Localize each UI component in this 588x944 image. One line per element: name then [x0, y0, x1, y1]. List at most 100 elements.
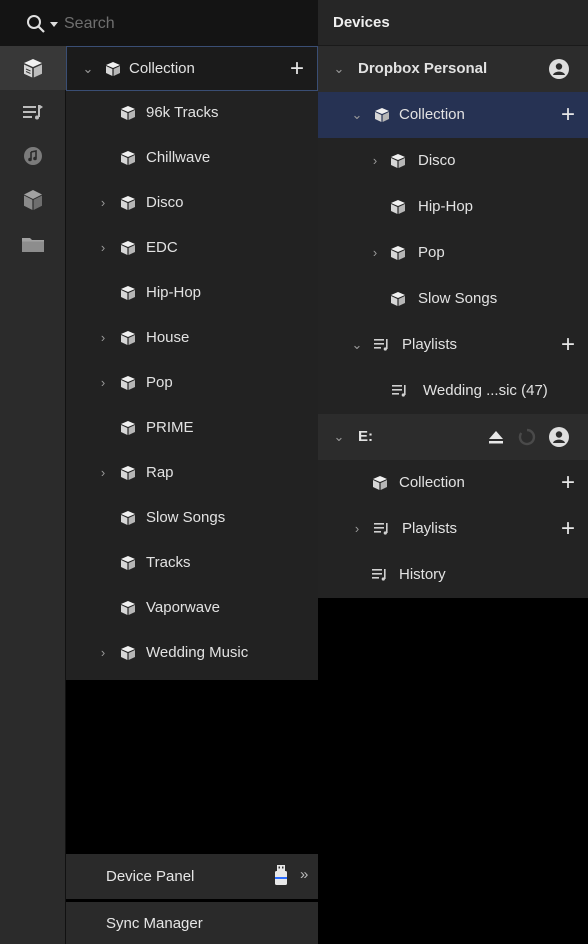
device-item-label: Pop — [418, 244, 445, 261]
device-drive-e[interactable]: ⌄ E: — [318, 414, 588, 460]
account-icon[interactable] — [548, 426, 570, 448]
playlist-icon — [374, 523, 388, 535]
tree-item-label: EDC — [146, 239, 178, 256]
device-crate-pop[interactable]: › Pop — [318, 230, 588, 276]
chevron-down-icon[interactable]: ⌄ — [83, 61, 94, 76]
chevron-right-icon[interactable]: › — [370, 245, 380, 260]
tree-item-label: Collection — [129, 60, 195, 77]
box-icon — [24, 190, 42, 210]
tree-item-label: House — [146, 329, 190, 346]
search-options-caret-icon[interactable] — [50, 22, 58, 27]
device-item-label: Wedding ...sic (47) — [423, 382, 548, 399]
device-e-history[interactable]: History — [318, 552, 588, 598]
tree-item-hip-hop[interactable]: Hip-Hop — [66, 271, 318, 316]
chevron-right-icon[interactable]: › — [98, 195, 108, 210]
device-e-playlists[interactable]: › Playlists + — [318, 506, 588, 552]
device-name: E: — [358, 428, 373, 445]
crate-icon — [121, 556, 135, 570]
chevron-down-icon[interactable]: ⌄ — [334, 429, 345, 444]
device-dropbox-collection[interactable]: ⌄ Collection + — [318, 92, 588, 138]
tree-item-disco[interactable]: › Disco — [66, 181, 318, 226]
device-dropbox-personal[interactable]: ⌄ Dropbox Personal — [318, 46, 588, 92]
device-crate-disco[interactable]: › Disco — [318, 138, 588, 184]
crate-icon — [121, 286, 135, 300]
tree-item-house[interactable]: › House — [66, 316, 318, 361]
device-panel-button[interactable]: Device Panel » — [66, 854, 318, 899]
device-e-collection[interactable]: Collection + — [318, 460, 588, 506]
account-icon[interactable] — [548, 58, 570, 80]
folder-icon — [22, 238, 44, 252]
tree-item-label: Disco — [146, 194, 184, 211]
add-crate-button[interactable]: + — [290, 57, 304, 81]
tree-item-pop[interactable]: › Pop — [66, 361, 318, 406]
tree-item-wedding-music[interactable]: › Wedding Music — [66, 631, 318, 676]
chevron-right-icon[interactable]: › — [352, 521, 362, 536]
sync-manager-label: Sync Manager — [106, 914, 203, 932]
device-item-label: Disco — [418, 152, 456, 169]
tree-item-96k-tracks[interactable]: 96k Tracks — [66, 91, 318, 136]
tree-item-vaporwave[interactable]: Vaporwave — [66, 586, 318, 631]
crate-icon — [121, 376, 135, 390]
crate-icon — [391, 154, 405, 168]
search-icon[interactable] — [26, 14, 46, 38]
device-playlist-wedding-music[interactable]: Wedding ...sic (47) — [318, 368, 588, 414]
crate-icon — [121, 241, 135, 255]
crates-view-button[interactable] — [0, 46, 66, 90]
crate-icon — [391, 292, 405, 306]
chevron-right-icon[interactable]: › — [98, 240, 108, 255]
tree-empty-area — [66, 680, 318, 854]
chevron-right-icon[interactable]: › — [98, 645, 108, 660]
playlists-view-button[interactable] — [0, 90, 66, 134]
tree-item-label: 96k Tracks — [146, 104, 219, 121]
device-crate-slow-songs[interactable]: Slow Songs — [318, 276, 588, 322]
device-item-label: Playlists — [402, 520, 458, 537]
sources-view-button[interactable] — [0, 178, 66, 222]
double-chevron-right-icon[interactable]: » — [300, 866, 308, 883]
tree-item-label: Tracks — [146, 554, 191, 571]
chevron-right-icon[interactable]: › — [98, 375, 108, 390]
tree-item-rap[interactable]: › Rap — [66, 451, 318, 496]
add-playlist-button[interactable]: + — [561, 517, 575, 541]
chevron-down-icon[interactable]: ⌄ — [352, 337, 363, 352]
chevron-down-icon[interactable]: ⌄ — [352, 107, 363, 122]
device-item-label: Collection — [399, 474, 465, 491]
playlist-icon — [374, 339, 388, 351]
tree-item-label: Hip-Hop — [146, 284, 202, 301]
sync-icon[interactable] — [518, 428, 536, 446]
eject-icon[interactable] — [488, 429, 504, 445]
tree-item-collection[interactable]: ⌄ Collection + — [66, 46, 318, 91]
add-device-crate-button[interactable]: + — [561, 103, 575, 127]
crate-icon — [24, 59, 42, 78]
tree-item-label: Chillwave — [146, 149, 211, 166]
devices-tree: ⌄ Dropbox Personal ⌄ Collection + › Disc… — [318, 46, 588, 598]
add-device-crate-button[interactable]: + — [561, 471, 575, 495]
device-name: Dropbox Personal — [358, 60, 488, 77]
explorer-view-button[interactable] — [0, 222, 66, 266]
crate-icon — [373, 476, 387, 490]
tree-item-slow-songs[interactable]: Slow Songs — [66, 496, 318, 541]
device-item-label: Hip-Hop — [418, 198, 474, 215]
chevron-right-icon[interactable]: › — [98, 330, 108, 345]
add-playlist-button[interactable]: + — [561, 333, 575, 357]
chevron-right-icon[interactable]: › — [370, 153, 380, 168]
music-view-button[interactable] — [0, 134, 66, 178]
tree-item-prime[interactable]: PRIME — [66, 406, 318, 451]
crate-icon — [121, 511, 135, 525]
device-panel-label: Device Panel — [106, 868, 195, 885]
device-crate-hip-hop[interactable]: Hip-Hop — [318, 184, 588, 230]
library-tree: ⌄ Collection + 96k Tracks Chillwave › Di… — [66, 46, 318, 680]
playlist-icon — [392, 385, 406, 397]
crate-icon — [121, 466, 135, 480]
sync-manager-button[interactable]: Sync Manager — [66, 902, 318, 944]
tree-item-label: Vaporwave — [146, 599, 220, 616]
crate-icon — [375, 108, 389, 122]
tree-item-tracks[interactable]: Tracks — [66, 541, 318, 586]
chevron-down-icon[interactable]: ⌄ — [334, 61, 345, 76]
search-bar — [0, 0, 318, 46]
device-dropbox-playlists[interactable]: ⌄ Playlists + — [318, 322, 588, 368]
search-input[interactable] — [64, 10, 304, 38]
tree-item-edc[interactable]: › EDC — [66, 226, 318, 271]
tree-item-chillwave[interactable]: Chillwave — [66, 136, 318, 181]
crate-icon — [121, 601, 135, 615]
chevron-right-icon[interactable]: › — [98, 465, 108, 480]
